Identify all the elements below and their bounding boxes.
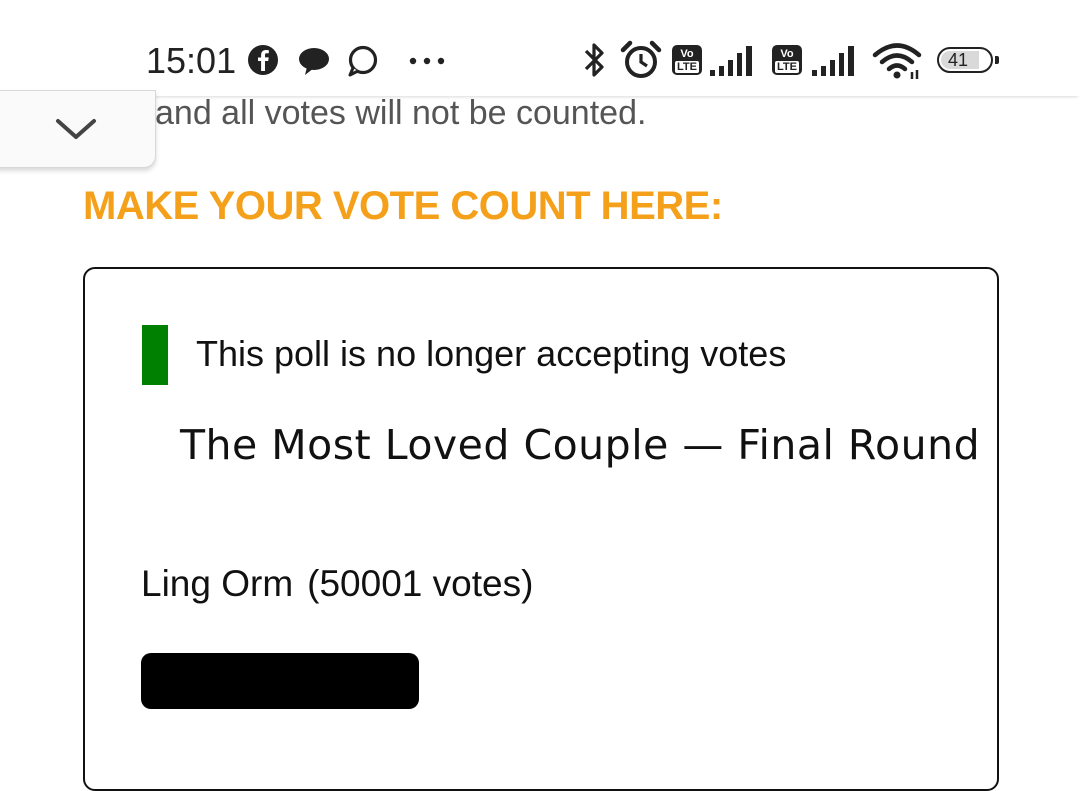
poll-title: The Most Loved Couple — Final Round xyxy=(180,421,981,469)
more-dots-icon xyxy=(409,57,445,65)
wifi-icon xyxy=(872,43,922,79)
poll-closed-indicator xyxy=(142,325,168,385)
status-time: 15:01 xyxy=(146,40,237,81)
signal-icon xyxy=(812,46,854,76)
message-icon xyxy=(348,45,378,77)
bluetooth-icon xyxy=(584,43,604,77)
signal-icon xyxy=(710,46,752,76)
poll-option-bar xyxy=(141,653,419,709)
facebook-icon xyxy=(248,45,278,75)
article-text: and all votes will not be counted. xyxy=(155,94,647,132)
poll-closed-notice: This poll is no longer accepting votes xyxy=(196,333,787,374)
vote-heading: MAKE YOUR VOTE COUNT HERE: xyxy=(83,184,723,228)
poll-option-name: Ling Orm xyxy=(141,563,294,604)
battery-icon: 41 xyxy=(937,47,999,73)
status-bar: 15:01 Vo LTE Vo LTE 41 xyxy=(0,0,1080,96)
collapse-toggle-button[interactable] xyxy=(0,90,156,168)
battery-level: 41 xyxy=(947,50,969,70)
alarm-icon xyxy=(620,40,662,78)
poll-widget: This poll is no longer accepting votes T… xyxy=(83,267,999,791)
poll-option-bar-track xyxy=(141,653,419,709)
poll-option: Ling Orm (50001 votes) xyxy=(141,563,533,605)
volte-icon: Vo LTE xyxy=(772,45,802,75)
volte-icon: Vo LTE xyxy=(672,45,702,75)
poll-option-votes: (50001 votes) xyxy=(307,563,534,604)
chevron-down-icon xyxy=(56,119,96,139)
chat-bubble-icon xyxy=(299,48,329,75)
